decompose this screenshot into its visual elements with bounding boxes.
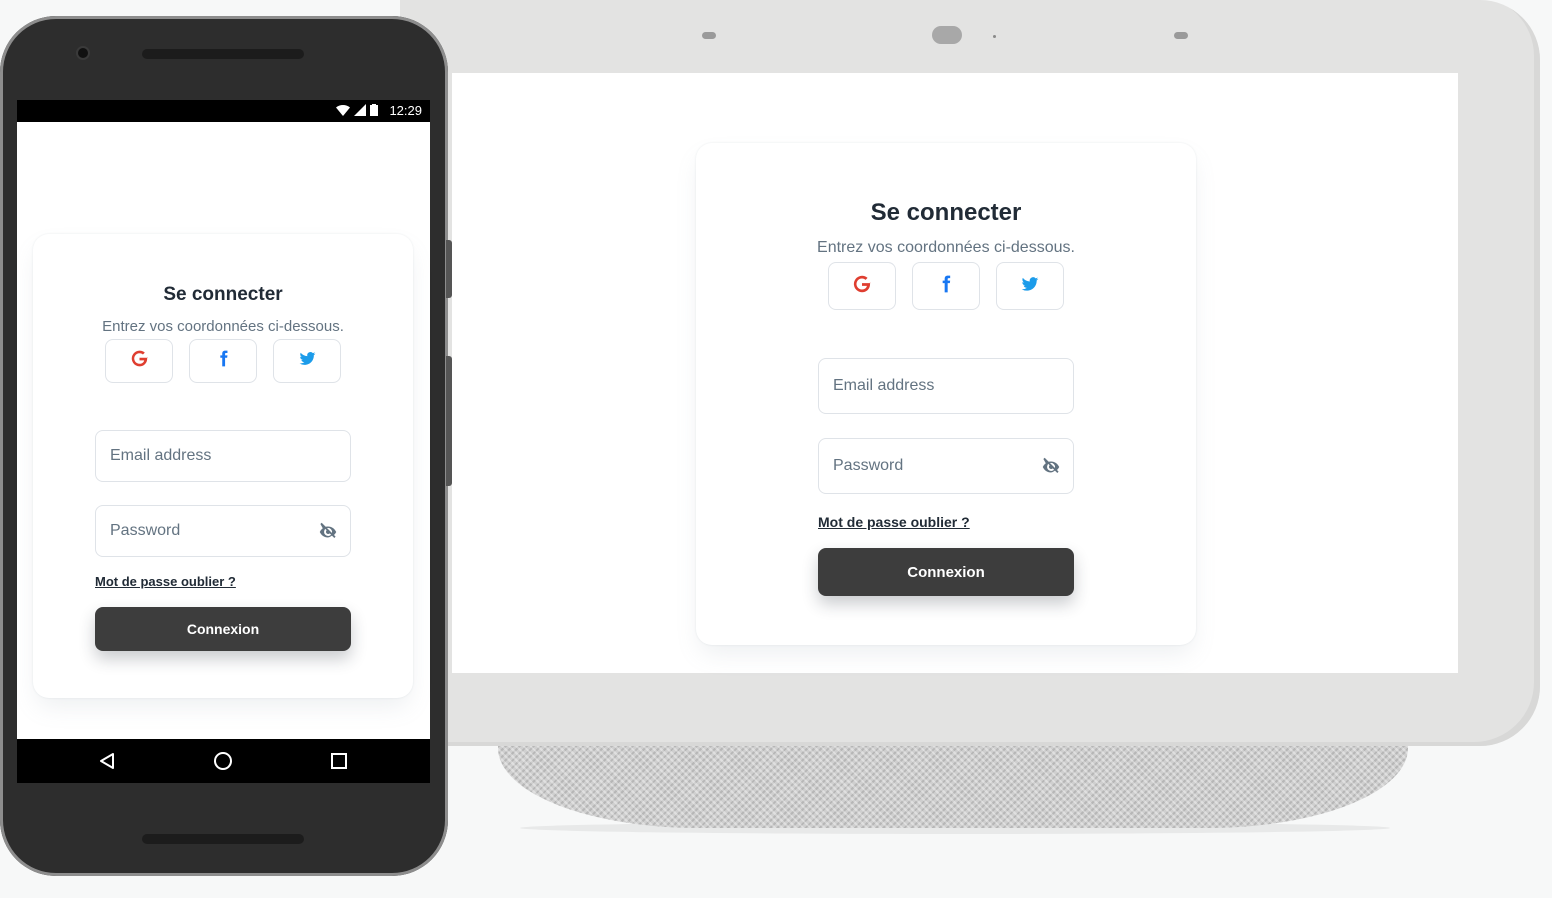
eye-off-icon[interactable] [316, 520, 340, 544]
volume-button [446, 240, 452, 298]
password-input[interactable] [833, 439, 1024, 493]
bottom-speaker [142, 834, 304, 844]
wifi-icon [336, 104, 350, 119]
password-field[interactable] [818, 438, 1074, 494]
password-field[interactable] [95, 505, 351, 557]
email-field[interactable] [818, 358, 1074, 414]
email-input[interactable] [110, 431, 301, 481]
home-icon[interactable] [211, 749, 235, 773]
google-icon [129, 348, 150, 374]
connexion-button[interactable]: Connexion [95, 607, 351, 651]
status-time: 12:29 [389, 103, 422, 118]
phone-screen: Se connecter Entrez vos coordonnées ci-d… [17, 122, 430, 739]
forgot-password-link[interactable]: Mot de passe oublier ? [95, 574, 236, 589]
display-screen: Se connecter Entrez vos coordonnées ci-d… [452, 73, 1458, 673]
sensor-dot [1174, 32, 1188, 39]
twitter-login-button[interactable] [273, 339, 341, 383]
power-button [446, 356, 452, 486]
google-icon [851, 273, 873, 300]
earpiece [142, 49, 304, 59]
display-mic [993, 35, 996, 38]
login-card: Se connecter Entrez vos coordonnées ci-d… [696, 143, 1196, 645]
recents-icon[interactable] [327, 749, 351, 773]
email-field[interactable] [95, 430, 351, 482]
twitter-login-button[interactable] [996, 262, 1064, 310]
facebook-icon [214, 349, 233, 373]
sensor-dot [702, 32, 716, 39]
battery-icon [370, 104, 378, 119]
back-icon[interactable] [95, 749, 119, 773]
facebook-login-button[interactable] [912, 262, 980, 310]
password-input[interactable] [110, 506, 301, 556]
login-title: Se connecter [163, 284, 283, 305]
google-login-button[interactable] [828, 262, 896, 310]
login-card: Se connecter Entrez vos coordonnées ci-d… [33, 234, 413, 698]
display-camera [932, 26, 962, 44]
status-bar: 12:29 [17, 100, 430, 122]
android-nav-bar [17, 739, 430, 783]
google-login-button[interactable] [105, 339, 173, 383]
eye-off-icon[interactable] [1039, 455, 1063, 479]
front-camera [78, 48, 88, 58]
speaker-base [498, 746, 1408, 828]
twitter-icon [298, 349, 317, 373]
login-title: Se connecter [870, 199, 1022, 226]
connexion-button[interactable]: Connexion [818, 548, 1074, 596]
forgot-password-link[interactable]: Mot de passe oublier ? [818, 514, 970, 530]
login-subtitle: Entrez vos coordonnées ci-dessous. [817, 239, 1075, 256]
facebook-login-button[interactable] [189, 339, 257, 383]
email-input[interactable] [833, 359, 1024, 413]
login-subtitle: Entrez vos coordonnées ci-dessous. [102, 318, 344, 335]
twitter-icon [1020, 274, 1040, 299]
signal-icon [354, 104, 366, 119]
facebook-icon [936, 274, 956, 299]
